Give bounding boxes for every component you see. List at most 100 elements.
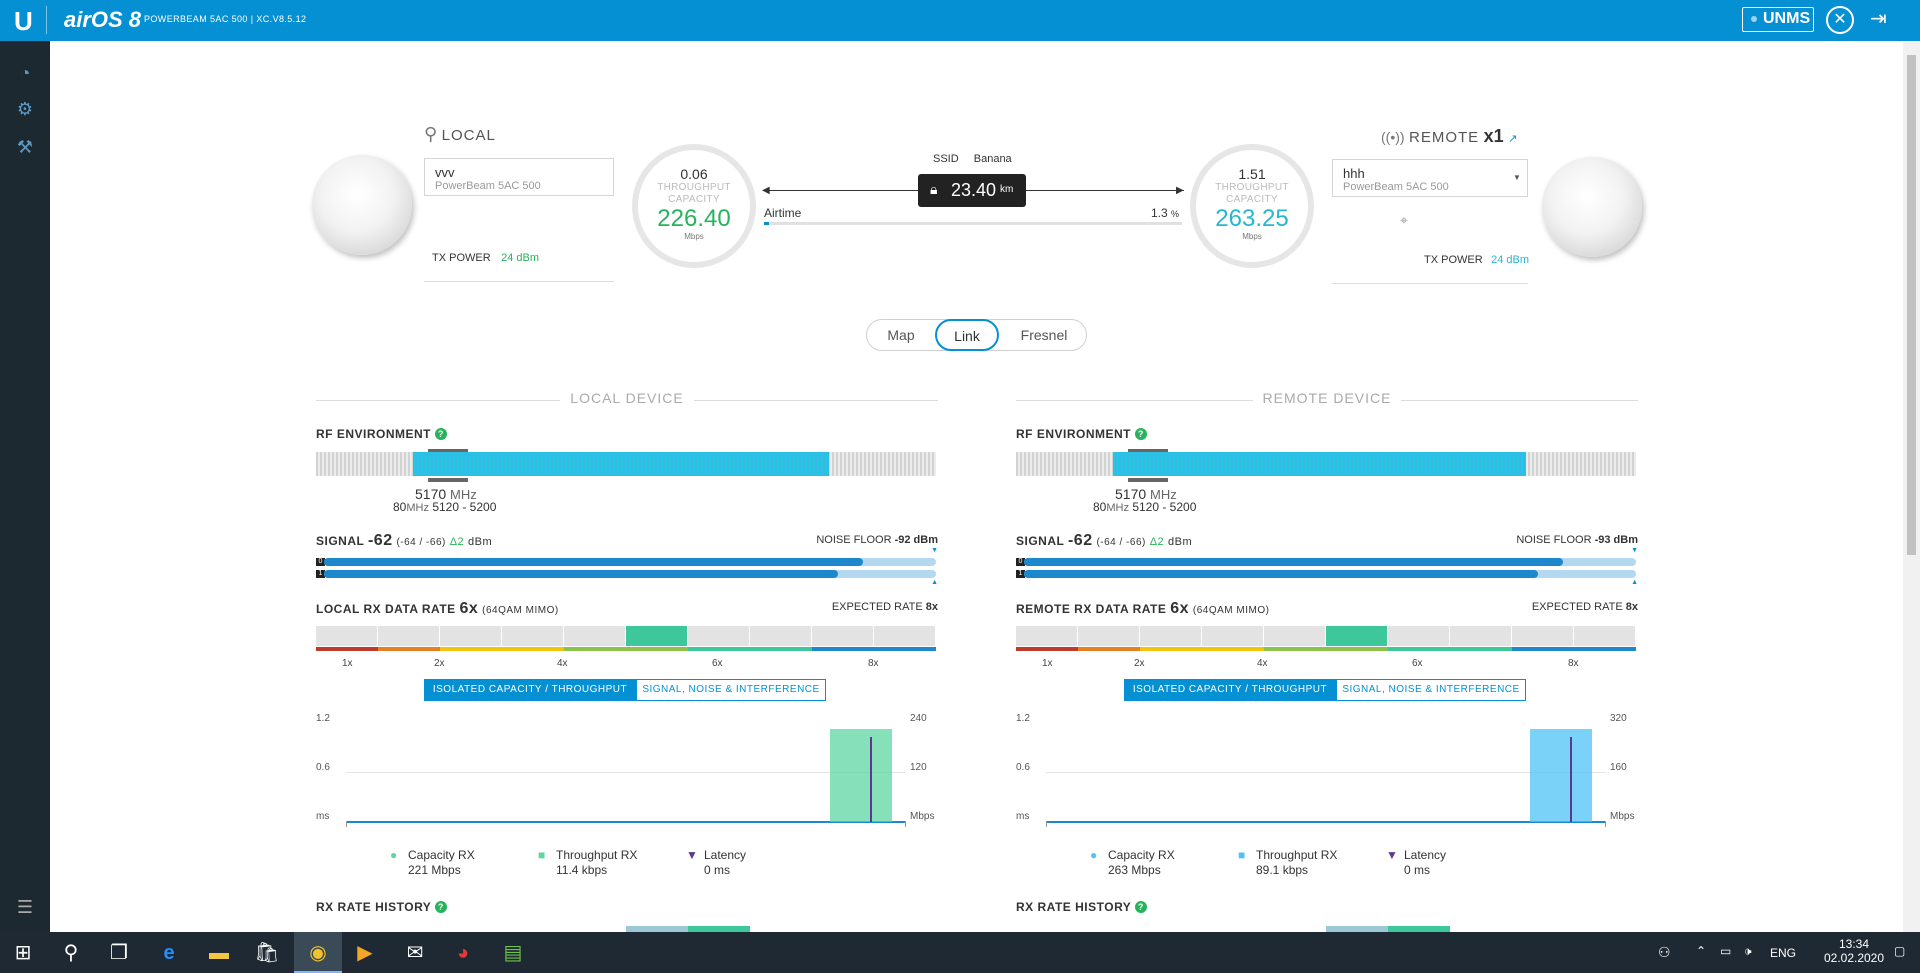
local-signal-unit: dBm — [468, 536, 493, 548]
remote-history-help-icon[interactable]: ? — [1134, 901, 1147, 913]
language-indicator[interactable]: ENG — [1770, 946, 1796, 960]
log-icon[interactable]: ☰ — [14, 897, 36, 919]
chrome-icon: ◉ — [309, 942, 327, 964]
media-player-icon[interactable]: ▶ — [352, 940, 378, 966]
remote-rate-tick: 2x — [1134, 658, 1145, 669]
tools-icon[interactable]: ✕ — [1826, 6, 1854, 34]
local-rate-cell — [440, 626, 501, 646]
local-legend-value: 221 Mbps — [408, 863, 461, 877]
local-y-left-tick: 0.6 — [316, 762, 330, 773]
airtime-unit: % — [1171, 209, 1180, 219]
distance-badge: 🔒︎ 23.40 km — [918, 174, 1026, 207]
store-icon[interactable]: 🛍︎ — [254, 940, 280, 966]
local-legend-value: 0 ms — [704, 863, 731, 877]
volume-icon[interactable]: 🕩︎ — [1744, 944, 1752, 959]
local-signal-label: SIGNAL — [316, 534, 365, 548]
remote-rate-cell — [1264, 626, 1325, 646]
mail-icon[interactable]: ✉ — [402, 940, 428, 966]
tab-map[interactable]: Map — [867, 320, 935, 350]
clock[interactable]: 13:34 02.02.2020 — [1818, 937, 1890, 965]
local-legend-marker-icon: ▼ — [686, 848, 698, 862]
remote-device-panel: REMOTE DEVICE RF ENVIRONMENT ? 5170 MHz 80M… — [1016, 390, 1638, 932]
unms-button[interactable]: UNMS — [1742, 7, 1814, 32]
arrow-left-icon: ◀ — [762, 185, 770, 196]
local-rate-tick: 2x — [434, 658, 445, 669]
remote-rate-value: 6x — [1170, 600, 1190, 617]
remote-rf-label-text: RF ENVIRONMENT — [1016, 427, 1131, 441]
remote-rf-help-icon[interactable]: ? — [1134, 428, 1147, 440]
local-rate-scale — [750, 647, 812, 651]
remote-gridline-mid — [1046, 772, 1606, 773]
remote-capacity-unit: Mbps — [1242, 232, 1262, 241]
notifications-icon[interactable]: ▢ — [1894, 944, 1905, 958]
remote-y-left-tick: ms — [1016, 811, 1030, 822]
remote-history-label-text: RX RATE HISTORY — [1016, 900, 1132, 914]
settings-gears-icon[interactable]: ⚙ — [14, 99, 36, 121]
local-legend-name: Throughput RX — [556, 848, 638, 862]
local-y-right-tick: 240 — [910, 713, 927, 724]
remote-expected-value: 8x — [1625, 601, 1638, 613]
scrollbar-thumb[interactable] — [1907, 55, 1916, 555]
search-icon[interactable]: ⚲ — [58, 940, 84, 966]
wand-tools-icon[interactable]: ⚒ — [14, 137, 36, 159]
opera-icon[interactable]: ◕ — [450, 940, 476, 966]
remote-rate-cell — [1326, 626, 1387, 646]
remote-rf-label: RF ENVIRONMENT ? — [1016, 427, 1147, 441]
airtime-label: Airtime — [764, 206, 802, 220]
remote-rate-cell — [1574, 626, 1635, 646]
remote-isolated-capacity-tab[interactable]: ISOLATED CAPACITY / THROUGHPUT — [1124, 679, 1336, 701]
local-noise-value: -92 dBm — [894, 534, 938, 546]
remote-tick-start — [1046, 821, 1047, 827]
remote-legend-name: Latency — [1404, 848, 1447, 862]
local-history-help-icon[interactable]: ? — [434, 901, 447, 913]
dashboard-icon[interactable]: ◔ — [14, 63, 36, 85]
network-icon[interactable]: ▭ — [1720, 944, 1731, 958]
remote-throughput-value: 1.51 — [1238, 166, 1266, 182]
local-y-right-tick: Mbps — [910, 811, 935, 822]
local-chain-1-bar — [324, 570, 839, 578]
local-rate-scale — [812, 647, 874, 651]
remote-signal-noise-tab[interactable]: SIGNAL, NOISE & INTERFERENCE — [1336, 679, 1526, 701]
remote-capacity-gauge: 1.51 THROUGHPUT CAPACITY 263.25 Mbps — [1190, 144, 1314, 268]
remote-y-right-tick: 160 — [1610, 762, 1627, 773]
external-link-icon[interactable]: ↗ — [1508, 133, 1517, 145]
local-noise-marker-icon: ▼ — [931, 547, 938, 554]
local-rf-help-icon[interactable]: ? — [434, 428, 447, 440]
remote-signal-unit: dBm — [1168, 536, 1193, 548]
local-rate-cell — [688, 626, 749, 646]
chrome-taskbar-button[interactable]: ◉ — [294, 932, 342, 973]
remote-device-model: PowerBeam 5AC 500 — [1343, 181, 1449, 193]
spreadsheet-app-icon[interactable]: ▤ — [500, 940, 526, 966]
local-divider — [424, 281, 614, 282]
windows-start-icon[interactable]: ⊞ — [10, 940, 36, 966]
local-tick-start — [346, 821, 347, 827]
ssid-label: SSID — [933, 153, 959, 165]
people-icon[interactable]: ⚇ — [1658, 944, 1671, 961]
remote-rate-scale — [1078, 647, 1140, 651]
location-pin-icon[interactable]: ⌖ — [1400, 212, 1408, 229]
remote-rate-scale — [1512, 647, 1574, 651]
ubiquiti-logo[interactable]: U — [14, 6, 33, 37]
local-device-model: PowerBeam 5AC 500 — [435, 180, 541, 192]
local-panel-title: LOCAL DEVICE — [560, 390, 694, 406]
local-signal-noise-tab[interactable]: SIGNAL, NOISE & INTERFERENCE — [636, 679, 826, 701]
local-name-box[interactable]: vvv PowerBeam 5AC 500 — [424, 158, 614, 196]
edge-icon[interactable]: e — [156, 940, 182, 966]
file-explorer-icon[interactable]: ▬ — [206, 940, 232, 966]
local-isolated-capacity-tab[interactable]: ISOLATED CAPACITY / THROUGHPUT — [424, 679, 636, 701]
local-rate-scale — [688, 647, 750, 651]
tab-fresnel[interactable]: Fresnel — [1001, 320, 1087, 350]
tab-link[interactable]: Link — [935, 319, 999, 351]
remote-capacity-value: 263.25 — [1215, 205, 1289, 232]
remote-device-select[interactable]: hhh PowerBeam 5AC 500 ▼ — [1332, 159, 1528, 197]
local-header: ⚲ LOCAL — [424, 124, 496, 145]
remote-tick-end — [1605, 821, 1606, 827]
tray-chevron-icon[interactable]: ⌃ — [1696, 944, 1706, 958]
remote-signal-row: SIGNAL -62 (-64 / -66) Δ2 dBm — [1016, 532, 1192, 550]
task-view-icon[interactable]: ❐ — [106, 940, 132, 966]
logout-icon[interactable]: ⇥ — [1870, 6, 1887, 31]
remote-header: ((•)) REMOTE x1 ↗ — [1381, 126, 1517, 147]
local-signal-delta: Δ2 — [449, 536, 465, 548]
local-channel-width: 80MHz 5120 - 5200 — [393, 500, 496, 514]
remote-rate-scale — [1016, 647, 1078, 651]
